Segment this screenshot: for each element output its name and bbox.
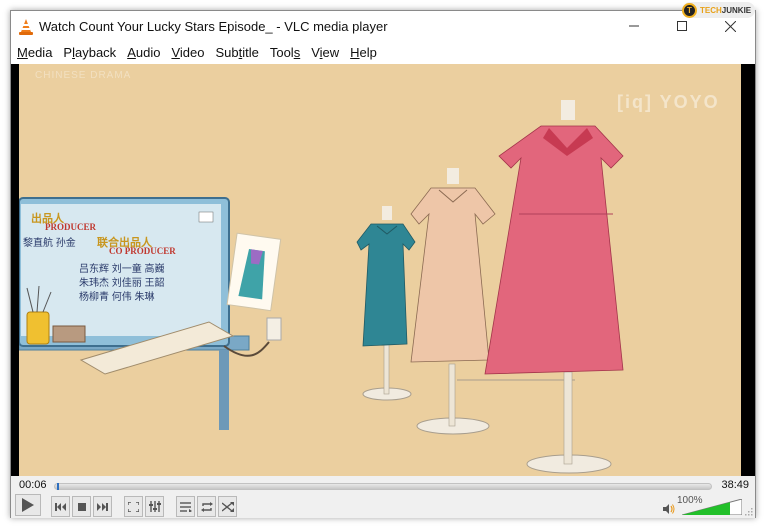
shuffle-button[interactable] (218, 496, 237, 517)
elapsed-time: 00:06 (19, 479, 47, 491)
credit-producer-names: 黎直航 孙金 (23, 238, 76, 249)
resize-grip-icon[interactable] (745, 508, 753, 516)
menu-video[interactable]: Video (171, 43, 204, 64)
stop-button[interactable] (72, 496, 91, 517)
previous-button[interactable] (51, 496, 70, 517)
minimize-icon (629, 25, 639, 27)
title-bar[interactable]: Watch Count Your Lucky Stars Episode_ - … (11, 11, 755, 43)
window-title: Watch Count Your Lucky Stars Episode_ - … (39, 19, 388, 34)
close-icon (724, 20, 736, 32)
menu-media[interactable]: Media (17, 43, 52, 64)
brand-part-1: TECH (700, 5, 722, 15)
menu-view[interactable]: View (311, 43, 339, 64)
fullscreen-button[interactable] (124, 496, 143, 517)
total-time: 38:49 (721, 479, 749, 491)
teal-dress-mannequin (356, 206, 416, 401)
credit-row-1: 吕东辉 刘一童 高巍 (79, 264, 165, 275)
menu-bar: Media Playback Audio Video Subtitle Tools View… (11, 43, 755, 64)
brand-part-2: JUNKIE (721, 5, 752, 15)
books (52, 325, 86, 343)
techjunkie-watermark: T TECHJUNKIE (682, 2, 756, 18)
next-button[interactable] (93, 496, 112, 517)
shuffle-icon (221, 501, 234, 512)
playlist-button[interactable] (176, 496, 195, 517)
play-icon (22, 498, 34, 512)
play-button[interactable] (15, 494, 41, 516)
seek-bar[interactable] (54, 483, 712, 490)
credit-row-3: 杨柳青 何伟 朱琳 (79, 292, 155, 303)
pencil-cup (26, 311, 50, 345)
pinned-sketch (226, 232, 282, 312)
vlc-window: Watch Count Your Lucky Stars Episode_ - … (10, 10, 756, 518)
menu-subtitle[interactable]: Subtitle (215, 43, 258, 64)
desk-leg (219, 350, 229, 430)
minimize-button[interactable] (611, 11, 657, 41)
equalizer-icon (148, 501, 161, 512)
techjunkie-brand: TECHJUNKIE (700, 6, 751, 15)
control-bar: 100% (11, 494, 755, 518)
loop-icon (200, 501, 213, 512)
volume-slider[interactable] (682, 499, 742, 515)
speaker-icon[interactable] (663, 504, 675, 514)
fullscreen-icon (128, 501, 139, 512)
extended-settings-button[interactable] (145, 496, 164, 517)
wall-plug (266, 317, 282, 341)
playlist-icon (179, 501, 192, 512)
next-icon (97, 502, 108, 511)
menu-tools[interactable]: Tools (270, 43, 300, 64)
menu-audio[interactable]: Audio (127, 43, 160, 64)
previous-icon (55, 502, 66, 511)
monitor-screen-icon (198, 211, 214, 223)
credit-row-2: 朱玮杰 刘佳丽 王韶 (79, 278, 165, 289)
menu-help[interactable]: Help (350, 43, 377, 64)
vlc-cone-icon (19, 19, 33, 35)
credit-producer-en: PRODUCER (45, 222, 96, 232)
credit-coproducer-en: CO PRODUCER (109, 246, 176, 256)
maximize-icon (677, 21, 687, 31)
seek-handle[interactable] (57, 483, 59, 490)
video-area[interactable]: CHINESE DRAMA [iq] YOYO 出品人 PRODUCER 黎直航… (11, 64, 755, 476)
stop-icon (77, 502, 86, 511)
menu-playback[interactable]: Playback (63, 43, 116, 64)
video-frame[interactable]: CHINESE DRAMA [iq] YOYO 出品人 PRODUCER 黎直航… (19, 64, 741, 476)
peach-dress-mannequin (410, 168, 496, 435)
seek-row: 00:06 38:49 (11, 476, 755, 496)
loop-button[interactable] (197, 496, 216, 517)
techjunkie-logo-icon: T (682, 2, 697, 18)
